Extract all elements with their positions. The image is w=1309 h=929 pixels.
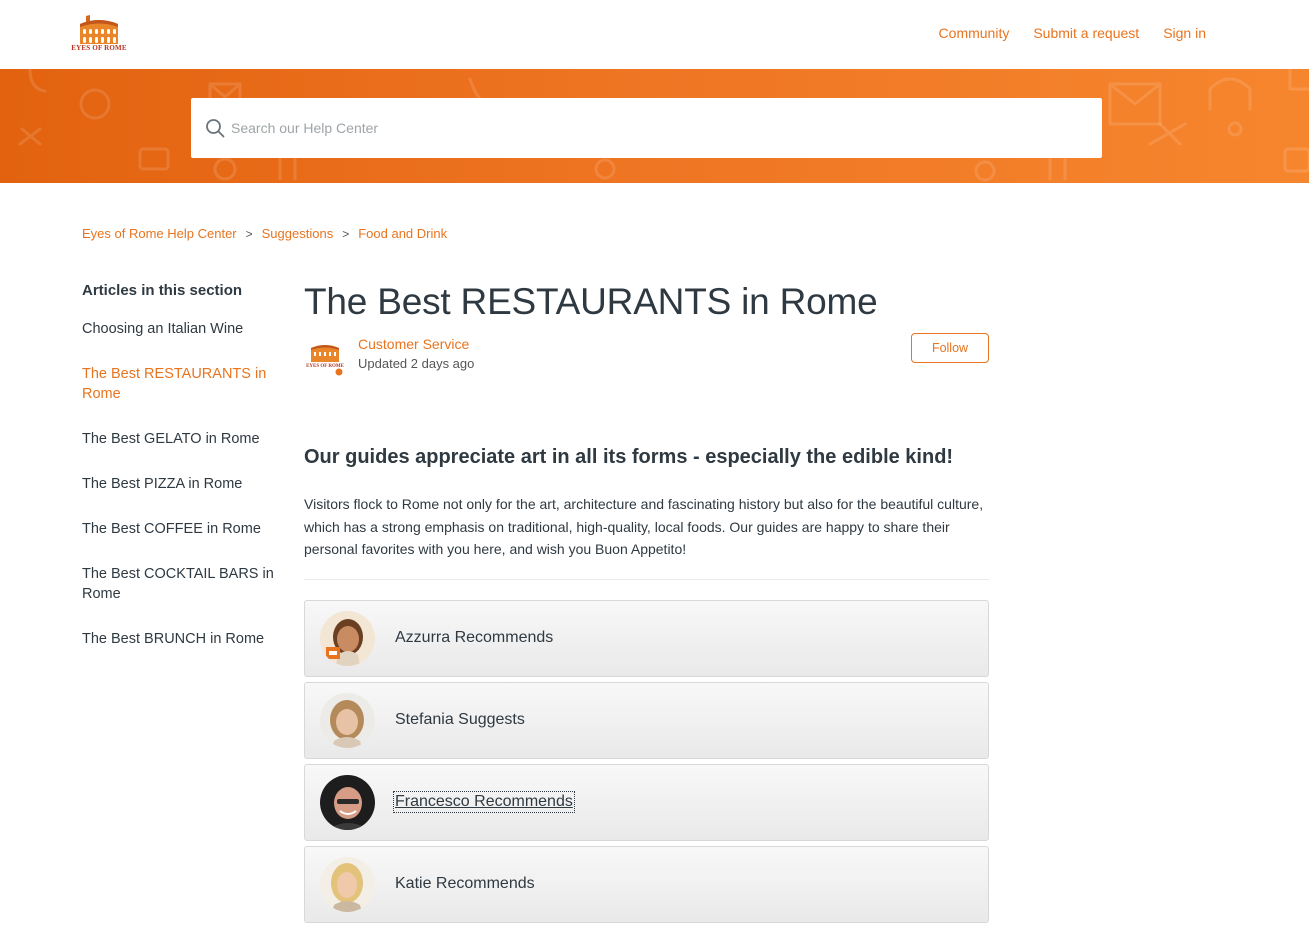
guide-avatar [320,775,375,830]
breadcrumb-separator: > [245,226,253,241]
logo-wordmark: EYES OF ROME [71,44,127,52]
guide-card-title: Francesco Recommends [393,791,575,813]
breadcrumb-food-and-drink[interactable]: Food and Drink [358,226,447,241]
nav-community-link[interactable]: Community [939,25,1010,41]
hero-banner [0,69,1309,183]
sidebar-item-pizza[interactable]: The Best PIZZA in Rome [82,474,282,494]
search-input[interactable] [231,98,1091,158]
sidebar-article-list: Choosing an Italian Wine The Best RESTAU… [82,319,282,649]
guide-card-francesco[interactable]: Francesco Recommends [304,764,989,841]
guide-avatar [320,611,375,666]
colosseum-icon [80,15,118,44]
sidebar-heading: Articles in this section [82,282,243,299]
sidebar-item-restaurants[interactable]: The Best RESTAURANTS in Rome [82,364,282,404]
article: The Best RESTAURANTS in Rome EYES OF ROM… [304,280,989,377]
top-nav: Community Submit a request Sign in [939,25,1206,41]
article-body: Visitors flock to Rome not only for the … [304,496,984,557]
author-avatar[interactable]: EYES OF ROME [304,336,346,378]
article-meta: EYES OF ROME Customer Service Updated 2 … [304,333,989,382]
article-title: The Best RESTAURANTS in Rome [304,281,878,322]
sidebar-item-brunch[interactable]: The Best BRUNCH in Rome [82,629,282,649]
site-header: EYES OF ROME Community Submit a request … [0,0,1309,69]
nav-sign-in-link[interactable]: Sign in [1163,25,1206,41]
guide-card-katie[interactable]: Katie Recommends [304,846,989,923]
divider [304,579,989,580]
follow-button[interactable]: Follow [911,333,989,363]
section-articles-sidebar: Articles in this section Choosing an Ita… [82,282,282,674]
breadcrumb: Eyes of Rome Help Center > Suggestions >… [82,226,447,241]
article-lead: Our guides appreciate art in all its for… [304,446,954,468]
breadcrumb-help-center[interactable]: Eyes of Rome Help Center [82,226,237,241]
guide-card-title: Azzurra Recommends [395,629,554,646]
search-icon [206,119,225,138]
author-name-link[interactable]: Customer Service [358,336,469,352]
guide-card-title: Katie Recommends [395,875,535,892]
guide-avatar [320,693,375,748]
guide-card-azzurra[interactable]: Azzurra Recommends [304,600,989,677]
breadcrumb-separator: > [342,226,350,241]
updated-timestamp: Updated 2 days ago [358,356,475,371]
sidebar-item-gelato[interactable]: The Best GELATO in Rome [82,429,282,449]
search-box[interactable] [191,98,1102,158]
guide-card-stefania[interactable]: Stefania Suggests [304,682,989,759]
sidebar-item-italian-wine[interactable]: Choosing an Italian Wine [82,319,282,339]
guide-card-title: Stefania Suggests [395,711,525,728]
breadcrumb-suggestions[interactable]: Suggestions [262,226,334,241]
nav-submit-request-link[interactable]: Submit a request [1033,25,1139,41]
eyes-of-rome-logo[interactable]: EYES OF ROME [68,14,130,54]
guide-avatar [320,857,375,912]
sidebar-item-coffee[interactable]: The Best COFFEE in Rome [82,519,282,539]
sidebar-item-cocktail-bars[interactable]: The Best COCKTAIL BARS in Rome [82,564,282,604]
